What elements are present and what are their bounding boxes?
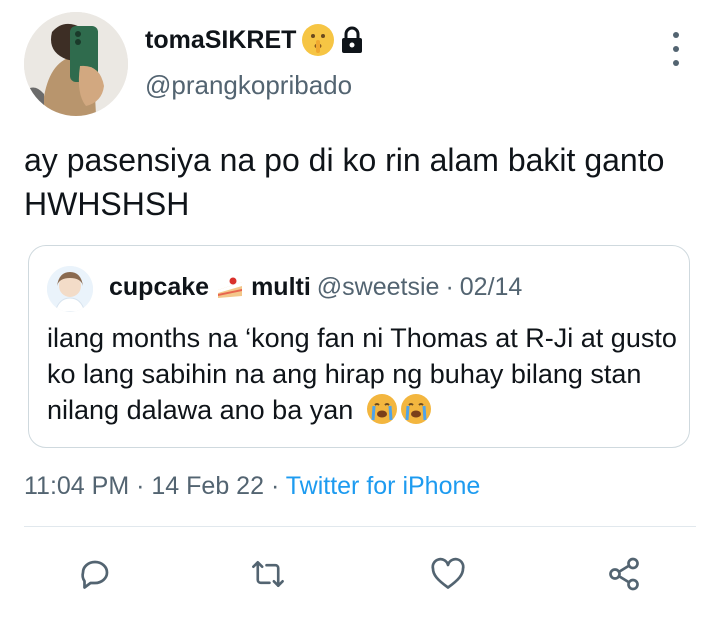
avatar-photo — [24, 12, 128, 116]
quoted-text: ilang months na ‘kong fan ni Thomas at R… — [47, 323, 677, 425]
like-icon[interactable] — [428, 554, 468, 594]
author-name-text: tomaSIKRET — [145, 25, 297, 54]
quoted-name-part2: multi — [251, 272, 311, 301]
tweet-text: ay pasensiya na po di ko rin alam bakit … — [24, 142, 665, 222]
action-bar — [0, 546, 720, 606]
divider — [24, 526, 696, 527]
cake-icon — [215, 272, 245, 302]
reply-icon[interactable] — [75, 554, 115, 594]
meta-separator: · — [136, 472, 145, 500]
quoted-handle: @sweetsie — [316, 272, 440, 301]
share-icon[interactable] — [604, 554, 644, 594]
quoted-separator: · — [445, 272, 454, 301]
author-handle[interactable]: @prangkopribado — [145, 70, 352, 101]
quoted-date: 02/14 — [459, 272, 523, 301]
tweet-time: 11:04 PM — [24, 472, 130, 500]
tweet-meta: 11:04 PM · 14 Feb 22 · Twitter for iPhon… — [24, 472, 480, 501]
quoted-avatar — [47, 266, 93, 312]
more-options-icon[interactable] — [668, 32, 684, 66]
author-display-name[interactable]: tomaSIKRET — [145, 24, 364, 56]
retweet-icon[interactable] — [248, 554, 288, 594]
quoted-text-block: ilang months na ‘kong fan ni Thomas at R… — [47, 320, 677, 428]
crying-face-icon — [400, 394, 431, 424]
shushing-face-icon — [302, 24, 335, 56]
tweet-source-link[interactable]: Twitter for iPhone — [286, 472, 481, 500]
quoted-avatar-photo — [47, 266, 93, 312]
author-avatar[interactable] — [24, 12, 128, 116]
quoted-name-part1: cupcake — [109, 272, 210, 301]
quoted-tweet[interactable]: cupcake multi @sweetsie · 02/14 ilang mo… — [28, 245, 690, 448]
quoted-header: cupcake multi @sweetsie · 02/14 — [109, 272, 522, 302]
meta-separator: · — [270, 472, 280, 500]
crying-face-icon — [366, 394, 397, 424]
tweet-date: 14 Feb 22 — [151, 472, 264, 500]
lock-icon — [340, 26, 364, 54]
